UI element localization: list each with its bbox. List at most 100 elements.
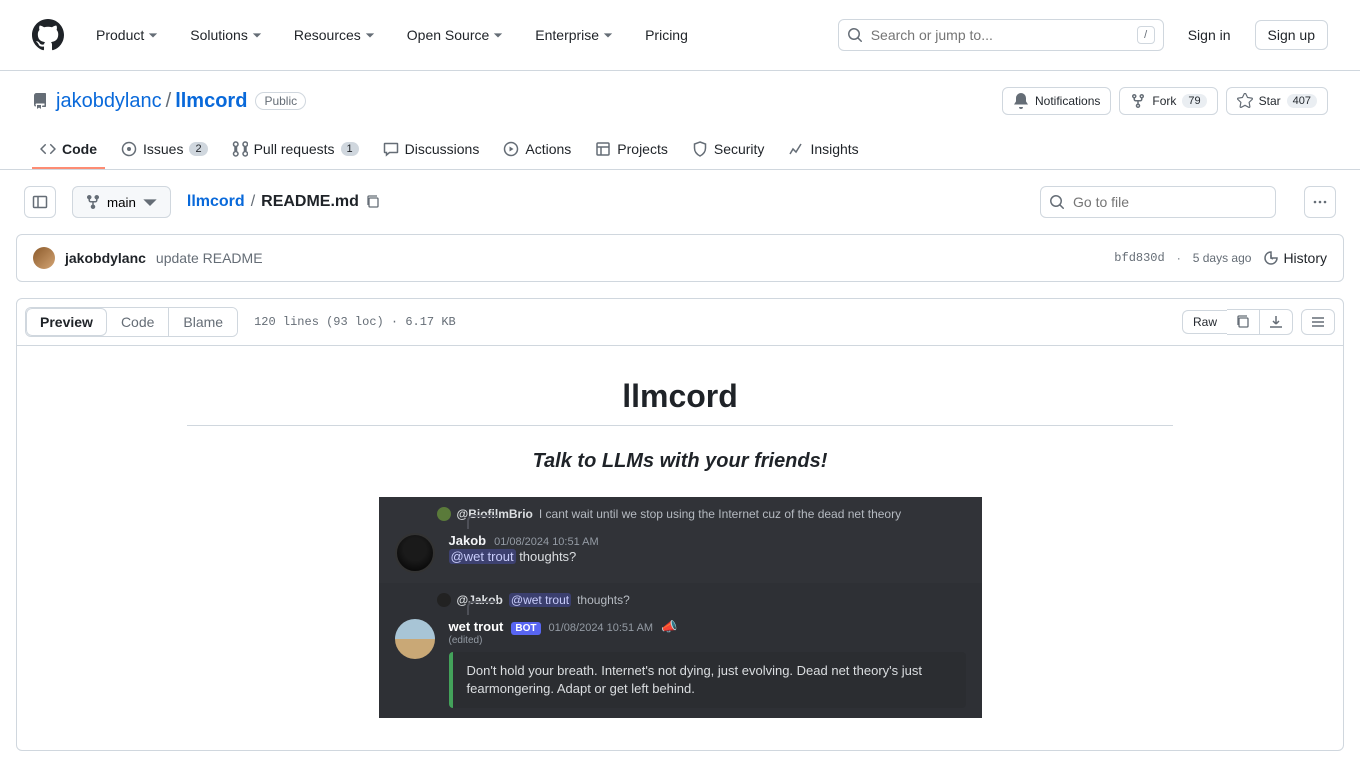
readme-title: llmcord — [187, 378, 1173, 426]
search-box[interactable]: / — [838, 19, 1164, 51]
readme-tagline: Talk to LLMs with your friends! — [187, 450, 1173, 473]
content-box: Preview Code Blame 120 lines (93 loc) · … — [16, 298, 1344, 751]
download-icon — [1268, 314, 1284, 330]
repo-icon — [32, 93, 48, 109]
tab-actions[interactable]: Actions — [495, 131, 579, 169]
history-link[interactable]: History — [1263, 250, 1327, 266]
history-icon — [1263, 250, 1279, 266]
download-button[interactable] — [1260, 309, 1293, 335]
tab-security[interactable]: Security — [684, 131, 773, 169]
kebab-icon — [1312, 194, 1328, 210]
sidebar-icon — [32, 194, 48, 210]
commit-author[interactable]: jakobdylanc — [65, 250, 146, 266]
repo-actions: Notifications Fork79 Star407 — [1002, 87, 1328, 115]
main-nav: Product Solutions Resources Open Source … — [88, 19, 838, 51]
commit-meta: bfd830d · 5 days ago History — [1114, 250, 1327, 266]
search-shortcut: / — [1137, 26, 1155, 44]
play-icon — [503, 141, 519, 157]
sign-in-link[interactable]: Sign in — [1188, 27, 1231, 43]
chevron-down-icon — [603, 30, 613, 40]
go-to-file-input[interactable] — [1073, 194, 1267, 210]
discord-avatar — [395, 533, 435, 573]
go-to-file[interactable] — [1040, 186, 1276, 218]
commit-box: jakobdylanc update README bfd830d · 5 da… — [16, 234, 1344, 282]
toolbar-right: Raw — [1182, 309, 1335, 335]
preview-tab[interactable]: Preview — [26, 308, 107, 336]
search-input[interactable] — [871, 27, 1129, 43]
more-button[interactable] — [1304, 186, 1336, 218]
blame-tab[interactable]: Blame — [169, 308, 237, 336]
breadcrumb-file: README.md — [261, 193, 359, 211]
nav-solutions[interactable]: Solutions — [182, 19, 270, 51]
discord-avatar — [395, 619, 435, 659]
fork-count: 79 — [1182, 94, 1206, 108]
comment-icon — [383, 141, 399, 157]
tab-issues[interactable]: Issues2 — [113, 131, 216, 169]
branch-selector[interactable]: main — [72, 186, 171, 218]
star-icon — [1237, 93, 1253, 109]
sign-up-button[interactable]: Sign up — [1255, 20, 1328, 50]
top-header: Product Solutions Resources Open Source … — [0, 0, 1360, 71]
github-logo[interactable] — [32, 19, 64, 51]
bell-icon — [1013, 93, 1029, 109]
chevron-down-icon — [142, 194, 158, 210]
tab-insights[interactable]: Insights — [780, 131, 866, 169]
repo-head: jakobdylanc/llmcord Public Notifications… — [0, 71, 1360, 115]
nav-pricing[interactable]: Pricing — [637, 19, 696, 51]
view-toggle: Preview Code Blame — [25, 307, 238, 337]
tab-pulls[interactable]: Pull requests1 — [224, 131, 367, 169]
graph-icon — [788, 141, 804, 157]
list-icon — [1310, 314, 1326, 330]
copy-button[interactable] — [1227, 309, 1260, 335]
commit-time: 5 days ago — [1193, 251, 1252, 265]
shield-icon — [692, 141, 708, 157]
nav-product[interactable]: Product — [88, 19, 166, 51]
star-count: 407 — [1287, 94, 1317, 108]
repo-path: jakobdylanc/llmcord — [56, 90, 247, 113]
breadcrumb-sep: / — [251, 193, 255, 211]
copy-icon[interactable] — [365, 194, 381, 210]
fork-button[interactable]: Fork79 — [1119, 87, 1217, 115]
nav-open-source[interactable]: Open Source — [399, 19, 512, 51]
commit-sha[interactable]: bfd830d — [1114, 251, 1164, 265]
content-toolbar: Preview Code Blame 120 lines (93 loc) · … — [17, 299, 1343, 346]
side-panel-toggle[interactable] — [24, 186, 56, 218]
breadcrumb-root[interactable]: llmcord — [187, 193, 245, 211]
issues-icon — [121, 141, 137, 157]
chevron-down-icon — [252, 30, 262, 40]
avatar[interactable] — [33, 247, 55, 269]
pr-icon — [232, 141, 248, 157]
tab-discussions[interactable]: Discussions — [375, 131, 488, 169]
raw-button[interactable]: Raw — [1182, 310, 1227, 334]
auth-links: Sign in Sign up — [1188, 20, 1328, 50]
search-icon — [1049, 194, 1065, 210]
code-icon — [40, 141, 56, 157]
table-icon — [595, 141, 611, 157]
outline-button[interactable] — [1301, 309, 1335, 335]
discord-screenshot: @BiofilmBrio I cant wait until we stop u… — [379, 497, 982, 718]
chevron-down-icon — [493, 30, 503, 40]
star-button[interactable]: Star407 — [1226, 87, 1328, 115]
tab-projects[interactable]: Projects — [587, 131, 676, 169]
commit-message[interactable]: update README — [156, 250, 263, 266]
repo-link[interactable]: llmcord — [175, 90, 247, 112]
notifications-button[interactable]: Notifications — [1002, 87, 1111, 115]
file-bar: main llmcord / README.md — [16, 186, 1344, 234]
chevron-down-icon — [148, 30, 158, 40]
owner-link[interactable]: jakobdylanc — [56, 90, 162, 112]
chevron-down-icon — [365, 30, 375, 40]
issues-count: 2 — [189, 142, 207, 156]
pulls-count: 1 — [341, 142, 359, 156]
repo-nav: Code Issues2 Pull requests1 Discussions … — [0, 131, 1360, 170]
tab-code[interactable]: Code — [32, 131, 105, 169]
breadcrumb: llmcord / README.md — [187, 193, 381, 211]
readme-content: llmcord Talk to LLMs with your friends! … — [17, 346, 1343, 750]
file-area: main llmcord / README.md jakobdylanc upd… — [0, 170, 1360, 767]
nav-enterprise[interactable]: Enterprise — [527, 19, 621, 51]
fork-icon — [1130, 93, 1146, 109]
search-icon — [847, 27, 863, 43]
nav-resources[interactable]: Resources — [286, 19, 383, 51]
code-tab[interactable]: Code — [107, 308, 168, 336]
branch-icon — [85, 194, 101, 210]
copy-icon — [1235, 314, 1251, 330]
